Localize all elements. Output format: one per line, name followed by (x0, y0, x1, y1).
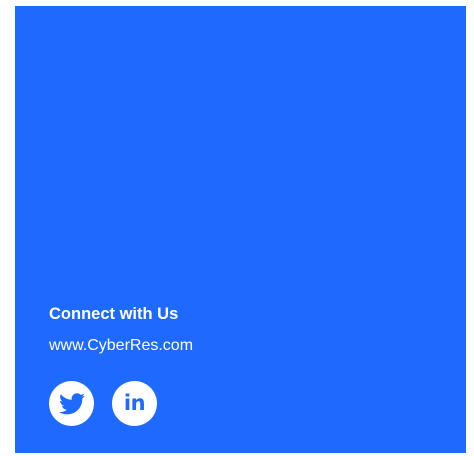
connect-panel: Connect with Us www.CyberRes.com in (15, 6, 466, 453)
twitter-bird-icon (58, 392, 85, 414)
connect-heading: Connect with Us (49, 305, 179, 323)
linkedin-icon: in (123, 390, 146, 415)
twitter-button[interactable] (49, 381, 94, 426)
website-link[interactable]: www.CyberRes.com (49, 337, 193, 355)
linkedin-button[interactable]: in (112, 381, 157, 426)
